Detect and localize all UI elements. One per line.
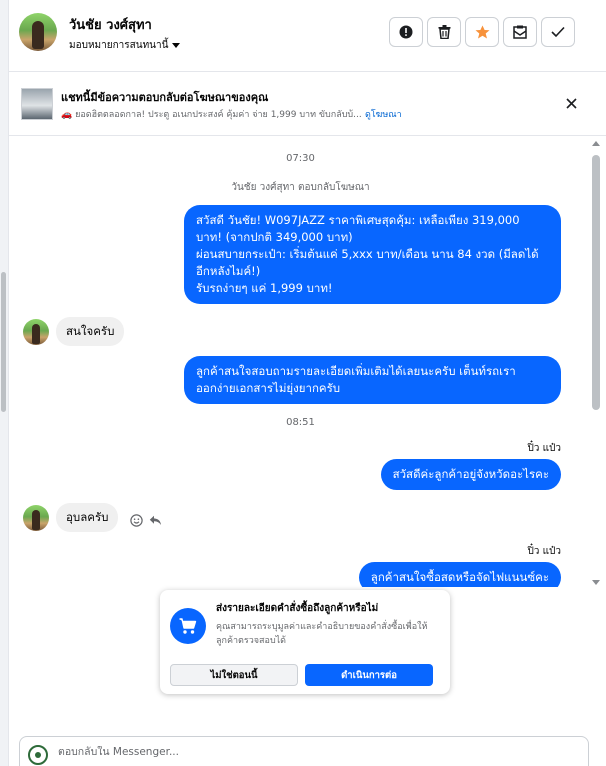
outgoing-message[interactable]: ลูกค้าสนใจซื้อสดหรือจัดไฟแนนซ์คะ [358,562,561,587]
scroll-up-arrow-icon[interactable] [592,141,600,146]
ad-reply-banner: แชทนี้มีข้อความตอบกลับต่อโฆษณาของคุณ 🚗 ย… [9,72,606,136]
ad-banner-title: แชทนี้มีข้อความตอบกลับต่อโฆษณาของคุณ [61,91,269,104]
message-line: รับรถง่ายๆ แค่ 1,999 บาท! [196,281,333,295]
delete-button[interactable] [427,17,461,47]
message-line: บาท! (จากปกติ 349,000 บาท) [196,230,353,244]
reply-icon[interactable] [149,515,162,526]
not-now-button[interactable]: ไม่ใช่ตอนนี้ [170,664,298,686]
conversation-panel: วันชัย วงศ์สุทา มอบหมายการสนทนานี้ แชทนี… [8,0,606,766]
message-thread[interactable]: 07:30 วันชัย วงศ์สุทา ตอบกลับโฆษณา สวัสด… [9,137,606,587]
scroll-down-arrow-icon[interactable] [592,580,600,585]
incoming-message[interactable]: อุบลครับ [56,503,119,532]
mark-unread-button[interactable] [503,17,537,47]
sender-name: ปิ๋ว แป๋ว [527,546,561,557]
sender-name: ปิ๋ว แป๋ว [527,443,561,454]
message-line: ลูกค้าสนใจสอบถามรายละเอียดเพิ่มเติมได้เล… [196,364,516,378]
header-actions [389,17,575,47]
order-details-prompt: ส่งรายละเอียดคำสั่งซื้อถึงลูกค้าหรือไม่ … [160,590,450,694]
timestamp: 07:30 [286,153,315,164]
assign-conversation-dropdown[interactable]: มอบหมายการสนทนานี้ [69,38,181,53]
message-line: ผ่อนสบายกระเป๋า: เริ่มต้นแค่ 5,xxx บาท/เ… [196,247,539,261]
outgoing-message[interactable]: สวัสดีค่ะลูกค้าอยู่จังหวัดอะไรคะ [380,459,561,490]
order-prompt-title: ส่งรายละเอียดคำสั่งซื้อถึงลูกค้าหรือไม่ [216,603,379,614]
contact-avatar-small[interactable] [23,319,49,345]
chat-scrollbar-thumb[interactable] [592,155,600,410]
left-scrollbar[interactable] [0,0,8,766]
ad-thumbnail[interactable] [21,88,53,120]
view-ad-link[interactable]: ดูโฆษณา [365,107,402,121]
mark-done-button[interactable] [541,17,575,47]
contact-avatar-small[interactable] [23,505,49,531]
assign-label: มอบหมายการสนทนานี้ [69,40,169,51]
chat-scrollbar[interactable] [592,137,600,587]
mark-unread-icon [513,25,527,39]
outgoing-message[interactable]: สวัสดี วันชัย! W097JAZZ ราคาพิเศษสุดคุ้ม… [184,205,561,304]
emoji-react-icon[interactable] [130,514,143,527]
close-banner-button[interactable] [563,95,579,111]
check-icon [551,26,565,38]
alert-icon [399,25,413,39]
incoming-message[interactable]: สนใจครับ [56,317,125,346]
timestamp: 08:51 [286,417,315,428]
left-scrollbar-thumb[interactable] [1,272,6,412]
ad-reply-note: วันชัย วงศ์สุทา ตอบกลับโฆษณา [231,182,370,193]
conversation-header: วันชัย วงศ์สุทา มอบหมายการสนทนานี้ [9,0,606,72]
message-line: สวัสดี วันชัย! W097JAZZ ราคาพิเศษสุดคุ้ม… [196,213,520,227]
report-button[interactable] [389,17,423,47]
contact-avatar[interactable] [19,13,57,51]
close-icon [565,97,577,109]
caret-down-icon [172,43,181,48]
ad-banner-subtitle: 🚗 ยอดฮิตตลอดกาล! ประตู อเนกประสงค์ คุ้มค… [61,110,362,120]
page-logo-icon [28,745,48,765]
message-line: ออกง่ายเอกสารไม่ยุ่งยากครับ [196,381,341,395]
message-tools [130,514,162,527]
message-line: อีกหลังไมค์!) [196,264,261,278]
trash-icon [438,25,450,39]
order-prompt-description: คุณสามารถระบุมูลค่าและคำอธิบายของคำสั่งซ… [216,622,428,646]
cart-badge [170,608,206,644]
star-icon [475,25,489,39]
contact-name[interactable]: วันชัย วงศ์สุทา [69,14,152,35]
continue-button[interactable]: ดำเนินการต่อ [305,664,433,686]
star-button[interactable] [465,17,499,47]
message-composer [19,736,589,766]
reply-input[interactable] [58,746,558,758]
outgoing-message[interactable]: ลูกค้าสนใจสอบถามรายละเอียดเพิ่มเติมได้เล… [184,356,561,404]
shopping-cart-icon [179,617,197,634]
